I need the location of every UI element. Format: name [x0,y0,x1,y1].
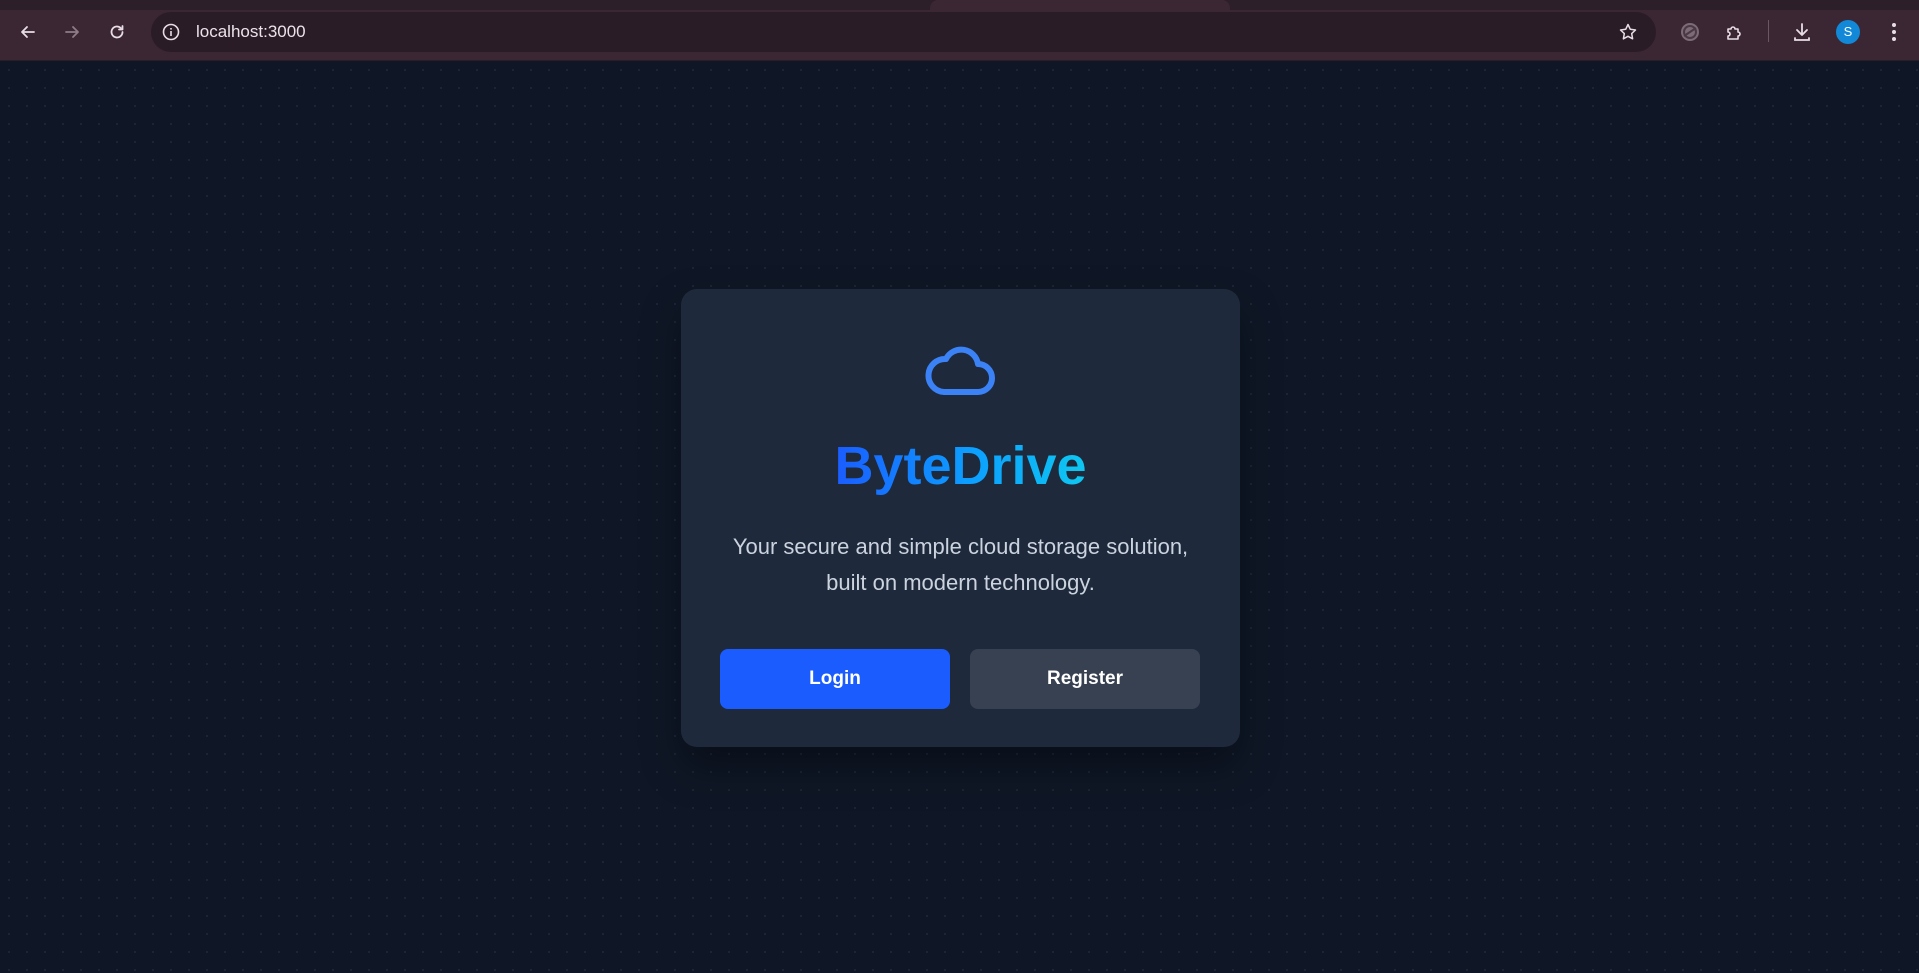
reload-button[interactable] [101,16,133,48]
back-arrow-icon [21,26,35,38]
register-button[interactable]: Register [970,649,1200,709]
forward-arrow-icon [65,26,79,38]
brand-title: ByteDrive [681,439,1240,493]
kebab-menu-icon[interactable] [1882,20,1906,44]
puzzle-icon[interactable] [1723,20,1747,44]
info-icon[interactable] [161,22,181,42]
back-button[interactable] [12,16,44,48]
download-icon[interactable] [1790,20,1814,44]
avatar[interactable]: S [1836,20,1860,44]
brand-name: ByteDrive [834,436,1087,496]
toolbar-divider [1768,20,1769,42]
tagline: Your secure and simple cloud storage sol… [732,534,1189,595]
page-background: ByteDrive Your secure and simple cloud s… [0,61,1919,973]
welcome-card: ByteDrive Your secure and simple cloud s… [681,289,1240,747]
tab-strip [0,0,1919,10]
active-tab[interactable] [930,0,1230,10]
login-button[interactable]: Login [720,649,950,709]
browser-toolbar: localhost:3000 S [0,0,1919,61]
address-bar[interactable]: localhost:3000 [151,12,1656,52]
url-text[interactable]: localhost:3000 [196,12,306,52]
forward-button[interactable] [56,16,88,48]
cloud-icon [925,346,995,395]
extension-icon[interactable] [1678,20,1702,44]
reload-icon [110,25,124,39]
star-icon[interactable] [1618,22,1638,42]
